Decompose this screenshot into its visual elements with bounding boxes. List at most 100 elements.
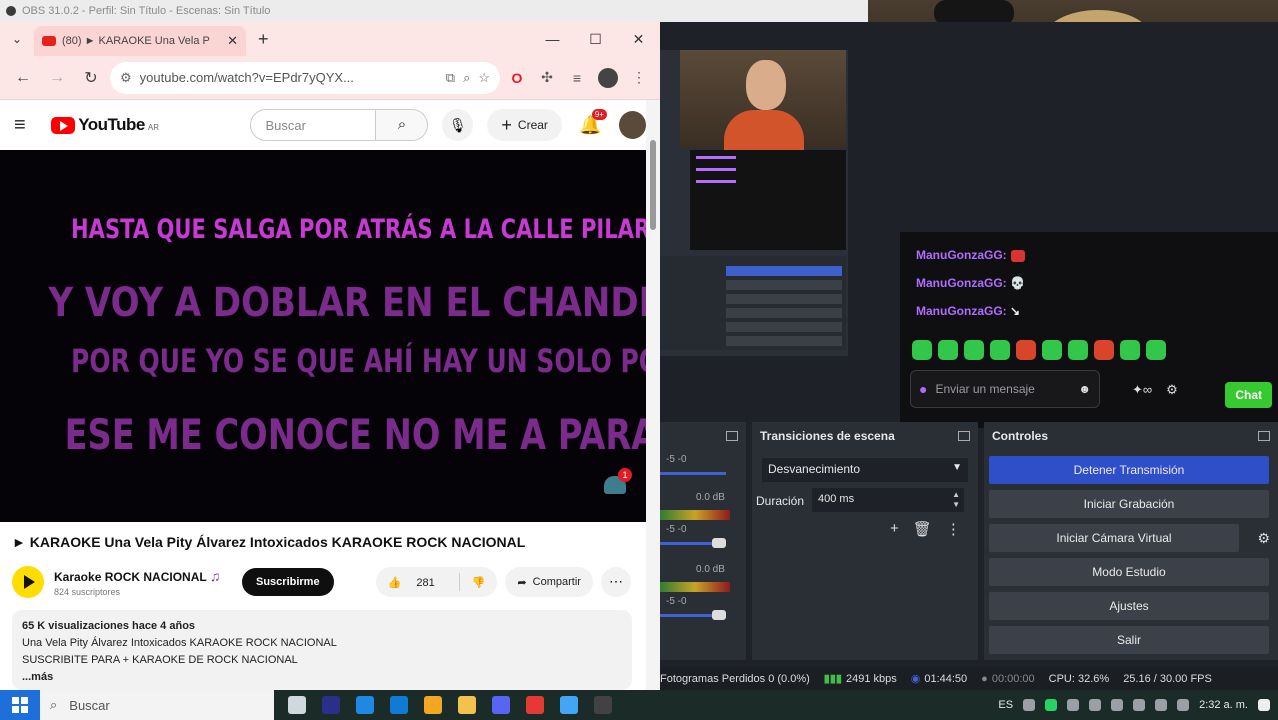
tab-search-icon[interactable]: ⌄: [0, 32, 34, 46]
description-more-link[interactable]: ...más: [22, 669, 622, 686]
speaker-icon[interactable]: [1133, 699, 1146, 711]
opera-extension-icon[interactable]: O: [504, 70, 530, 86]
tray-app-icon[interactable]: [1067, 699, 1080, 711]
emote-icon[interactable]: [1068, 340, 1088, 360]
emote-icon[interactable]: [990, 340, 1010, 360]
edge-icon[interactable]: [390, 696, 408, 714]
emote-icon[interactable]: [964, 340, 984, 360]
emote-icon[interactable]: [912, 340, 932, 360]
maximize-icon[interactable]: ☐: [574, 22, 617, 56]
emote-icon[interactable]: [1146, 340, 1166, 360]
site-info-icon[interactable]: ⚙: [120, 70, 132, 86]
chrome-menu-icon[interactable]: ⋮: [626, 69, 652, 86]
channel-points-icon[interactable]: ✦∞: [1132, 382, 1152, 398]
duration-input[interactable]: 400 ms ▲ ▼: [812, 488, 964, 512]
start-virtual-camera-button[interactable]: Iniciar Cámara Virtual: [989, 524, 1239, 552]
create-button[interactable]: + Crear: [487, 109, 562, 141]
start-recording-button[interactable]: Iniciar Grabación: [989, 490, 1269, 518]
youtube-avatar[interactable]: [618, 111, 646, 139]
dislike-icon[interactable]: 👎: [460, 576, 498, 589]
delete-transition-icon[interactable]: 🗑: [913, 520, 932, 538]
undock-icon[interactable]: [726, 431, 738, 441]
share-button[interactable]: ➦ Compartir: [505, 567, 593, 597]
channel-name[interactable]: Karaoke ROCK NACIONAL ♫: [54, 568, 242, 584]
new-tab-icon[interactable]: +: [258, 29, 269, 50]
transition-menu-icon[interactable]: ⋮: [946, 520, 961, 538]
calculator-icon[interactable]: [356, 696, 374, 714]
emote-icon[interactable]: [1042, 340, 1062, 360]
mixer-fader-knob[interactable]: [712, 610, 726, 620]
forward-icon[interactable]: →: [42, 69, 72, 87]
undock-icon[interactable]: [958, 431, 970, 441]
bits-icon[interactable]: ●: [919, 381, 927, 397]
keyboard-icon[interactable]: [1155, 699, 1168, 711]
obs-icon[interactable]: [594, 696, 612, 714]
close-tab-icon[interactable]: ✕: [227, 33, 238, 49]
emoji-picker-icon[interactable]: ☻: [1078, 382, 1091, 396]
transition-select[interactable]: Desvanecimiento ▼: [762, 458, 968, 482]
chat-settings-icon[interactable]: ⚙: [1166, 382, 1178, 398]
tray-app-icon[interactable]: [1023, 699, 1036, 711]
profile-avatar[interactable]: [598, 67, 618, 88]
chrome-icon[interactable]: [526, 696, 544, 714]
task-view-icon[interactable]: [288, 696, 306, 714]
language-indicator[interactable]: ES: [998, 699, 1013, 711]
page-scrollbar[interactable]: [646, 100, 660, 690]
file-explorer-icon[interactable]: [458, 696, 476, 714]
whatsapp-icon[interactable]: [1045, 699, 1058, 711]
youtube-logo[interactable]: YouTube AR: [51, 115, 186, 135]
microphone-icon[interactable]: [1111, 699, 1124, 711]
app-icon[interactable]: [424, 696, 442, 714]
network-icon[interactable]: [1177, 699, 1190, 711]
search-icon[interactable]: ⌕: [376, 109, 429, 141]
channel-avatar[interactable]: [12, 566, 44, 598]
add-transition-icon[interactable]: +: [890, 520, 899, 538]
tray-app-icon[interactable]: [1089, 699, 1102, 711]
studio-mode-button[interactable]: Modo Estudio: [989, 558, 1269, 586]
reload-icon[interactable]: ↻: [76, 68, 106, 88]
bookmark-star-icon[interactable]: ☆: [478, 70, 490, 86]
emote-icon[interactable]: [1120, 340, 1140, 360]
discord-icon[interactable]: [492, 696, 510, 714]
minimize-icon[interactable]: —: [531, 22, 574, 56]
app-icon[interactable]: [560, 696, 578, 714]
browser-tab[interactable]: (80) ► KARAOKE Una Vela P ✕: [34, 26, 246, 56]
like-button[interactable]: 👍 281: [376, 576, 459, 589]
start-button[interactable]: [0, 690, 40, 720]
settings-button[interactable]: Ajustes: [989, 592, 1269, 620]
chat-input[interactable]: ● Enviar un mensaje ☻: [910, 370, 1100, 408]
extensions-icon[interactable]: ✣: [534, 69, 560, 86]
media-controls-icon[interactable]: ≡: [564, 70, 590, 86]
undock-icon[interactable]: [1258, 431, 1270, 441]
notifications-bell-icon[interactable]: 🔔 9+: [576, 108, 607, 136]
virtual-camera-settings-icon[interactable]: ⚙: [1257, 530, 1270, 547]
channel-name-text[interactable]: Karaoke ROCK NACIONAL: [54, 570, 206, 584]
close-window-icon[interactable]: ✕: [617, 22, 660, 56]
chat-send-button[interactable]: Chat: [1225, 382, 1272, 408]
youtube-search-input[interactable]: Buscar: [250, 109, 377, 141]
zoom-icon[interactable]: ⌕: [463, 70, 470, 86]
mixer-fader-knob[interactable]: [712, 538, 726, 548]
photoshop-icon[interactable]: [322, 696, 340, 714]
exit-button[interactable]: Salir: [989, 626, 1269, 654]
back-icon[interactable]: ←: [8, 69, 38, 87]
install-app-icon[interactable]: ⧉: [446, 70, 455, 86]
omnibox[interactable]: ⚙ youtube.com/watch?v=EPdr7yQYX... ⧉ ⌕ ☆: [110, 61, 500, 94]
emote-icon[interactable]: [1016, 340, 1036, 360]
obs-preview[interactable]: [660, 50, 848, 356]
more-actions-icon[interactable]: ⋯: [600, 567, 631, 597]
video-player[interactable]: HASTA QUE SALGA POR ATRÁS A LA CALLE PIL…: [0, 150, 646, 522]
emote-icon[interactable]: [1094, 340, 1114, 360]
scrollbar-thumb[interactable]: [650, 140, 656, 230]
player-bell-icon[interactable]: 1: [602, 468, 632, 496]
mixer-fader[interactable]: [660, 472, 726, 475]
emote-icon[interactable]: [938, 340, 958, 360]
microphone-icon[interactable]: 🎙: [442, 109, 474, 141]
stop-streaming-button[interactable]: Detener Transmisión: [989, 456, 1269, 484]
notifications-icon[interactable]: [1258, 699, 1270, 711]
url-text[interactable]: youtube.com/watch?v=EPdr7yQYX...: [140, 70, 438, 85]
clock[interactable]: 2:32 a. m.: [1199, 699, 1248, 711]
duration-stepper-icon[interactable]: ▲ ▼: [952, 490, 960, 510]
subscribe-button[interactable]: Suscribirme: [242, 568, 334, 596]
hamburger-menu-icon[interactable]: ≡: [14, 114, 37, 137]
